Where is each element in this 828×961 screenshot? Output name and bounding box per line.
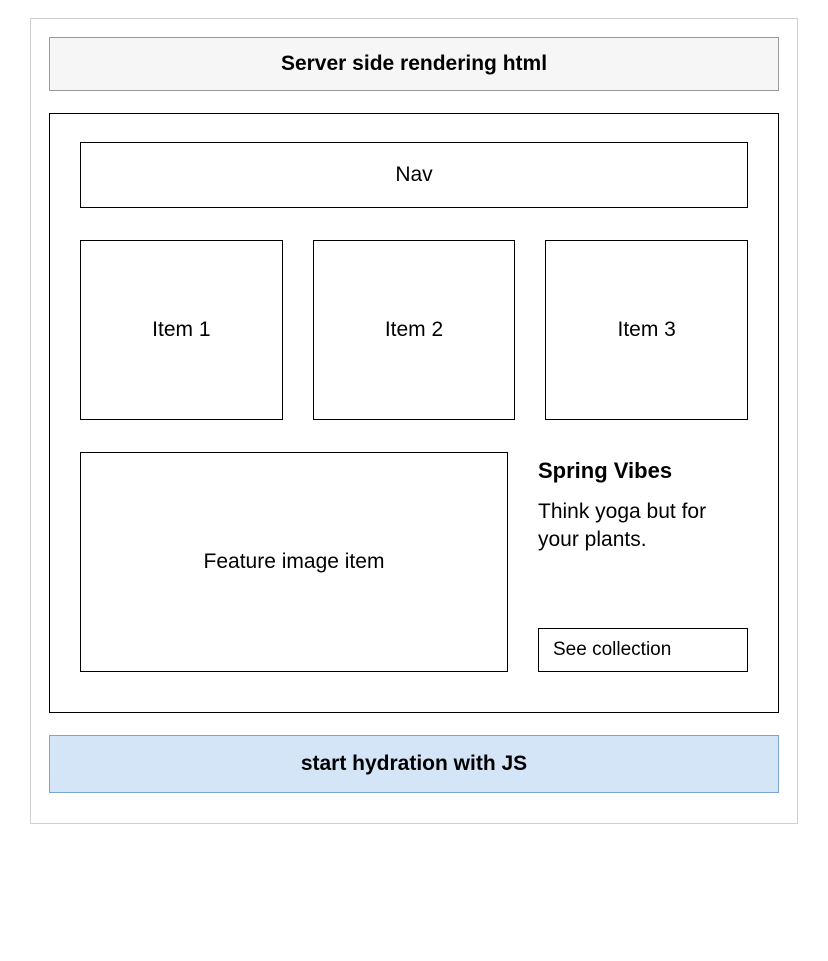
ssr-header-label: Server side rendering html (281, 52, 547, 75)
feature-subtext: Think yoga but for your plants. (538, 498, 748, 555)
item-box-3[interactable]: Item 3 (545, 240, 748, 420)
feature-image-label: Feature image item (204, 550, 385, 574)
item-label: Item 3 (618, 318, 676, 342)
diagram-container: Server side rendering html Nav Item 1 It… (30, 18, 798, 824)
feature-text: Spring Vibes Think yoga but for your pla… (538, 458, 748, 555)
feature-image-box: Feature image item (80, 452, 508, 672)
feature-heading: Spring Vibes (538, 458, 748, 484)
cta-label: See collection (553, 639, 671, 660)
page-frame: Nav Item 1 Item 2 Item 3 Feature image i… (49, 113, 779, 713)
nav-label: Nav (395, 163, 432, 186)
ssr-header-bar: Server side rendering html (49, 37, 779, 91)
item-box-2[interactable]: Item 2 (313, 240, 516, 420)
item-label: Item 2 (385, 318, 443, 342)
feature-row: Feature image item Spring Vibes Think yo… (80, 452, 748, 672)
hydration-footer-bar: start hydration with JS (49, 735, 779, 793)
feature-side: Spring Vibes Think yoga but for your pla… (538, 452, 748, 672)
nav-box[interactable]: Nav (80, 142, 748, 208)
item-label: Item 1 (152, 318, 210, 342)
items-row: Item 1 Item 2 Item 3 (80, 240, 748, 420)
item-box-1[interactable]: Item 1 (80, 240, 283, 420)
see-collection-button[interactable]: See collection (538, 628, 748, 672)
hydration-footer-label: start hydration with JS (301, 752, 527, 775)
